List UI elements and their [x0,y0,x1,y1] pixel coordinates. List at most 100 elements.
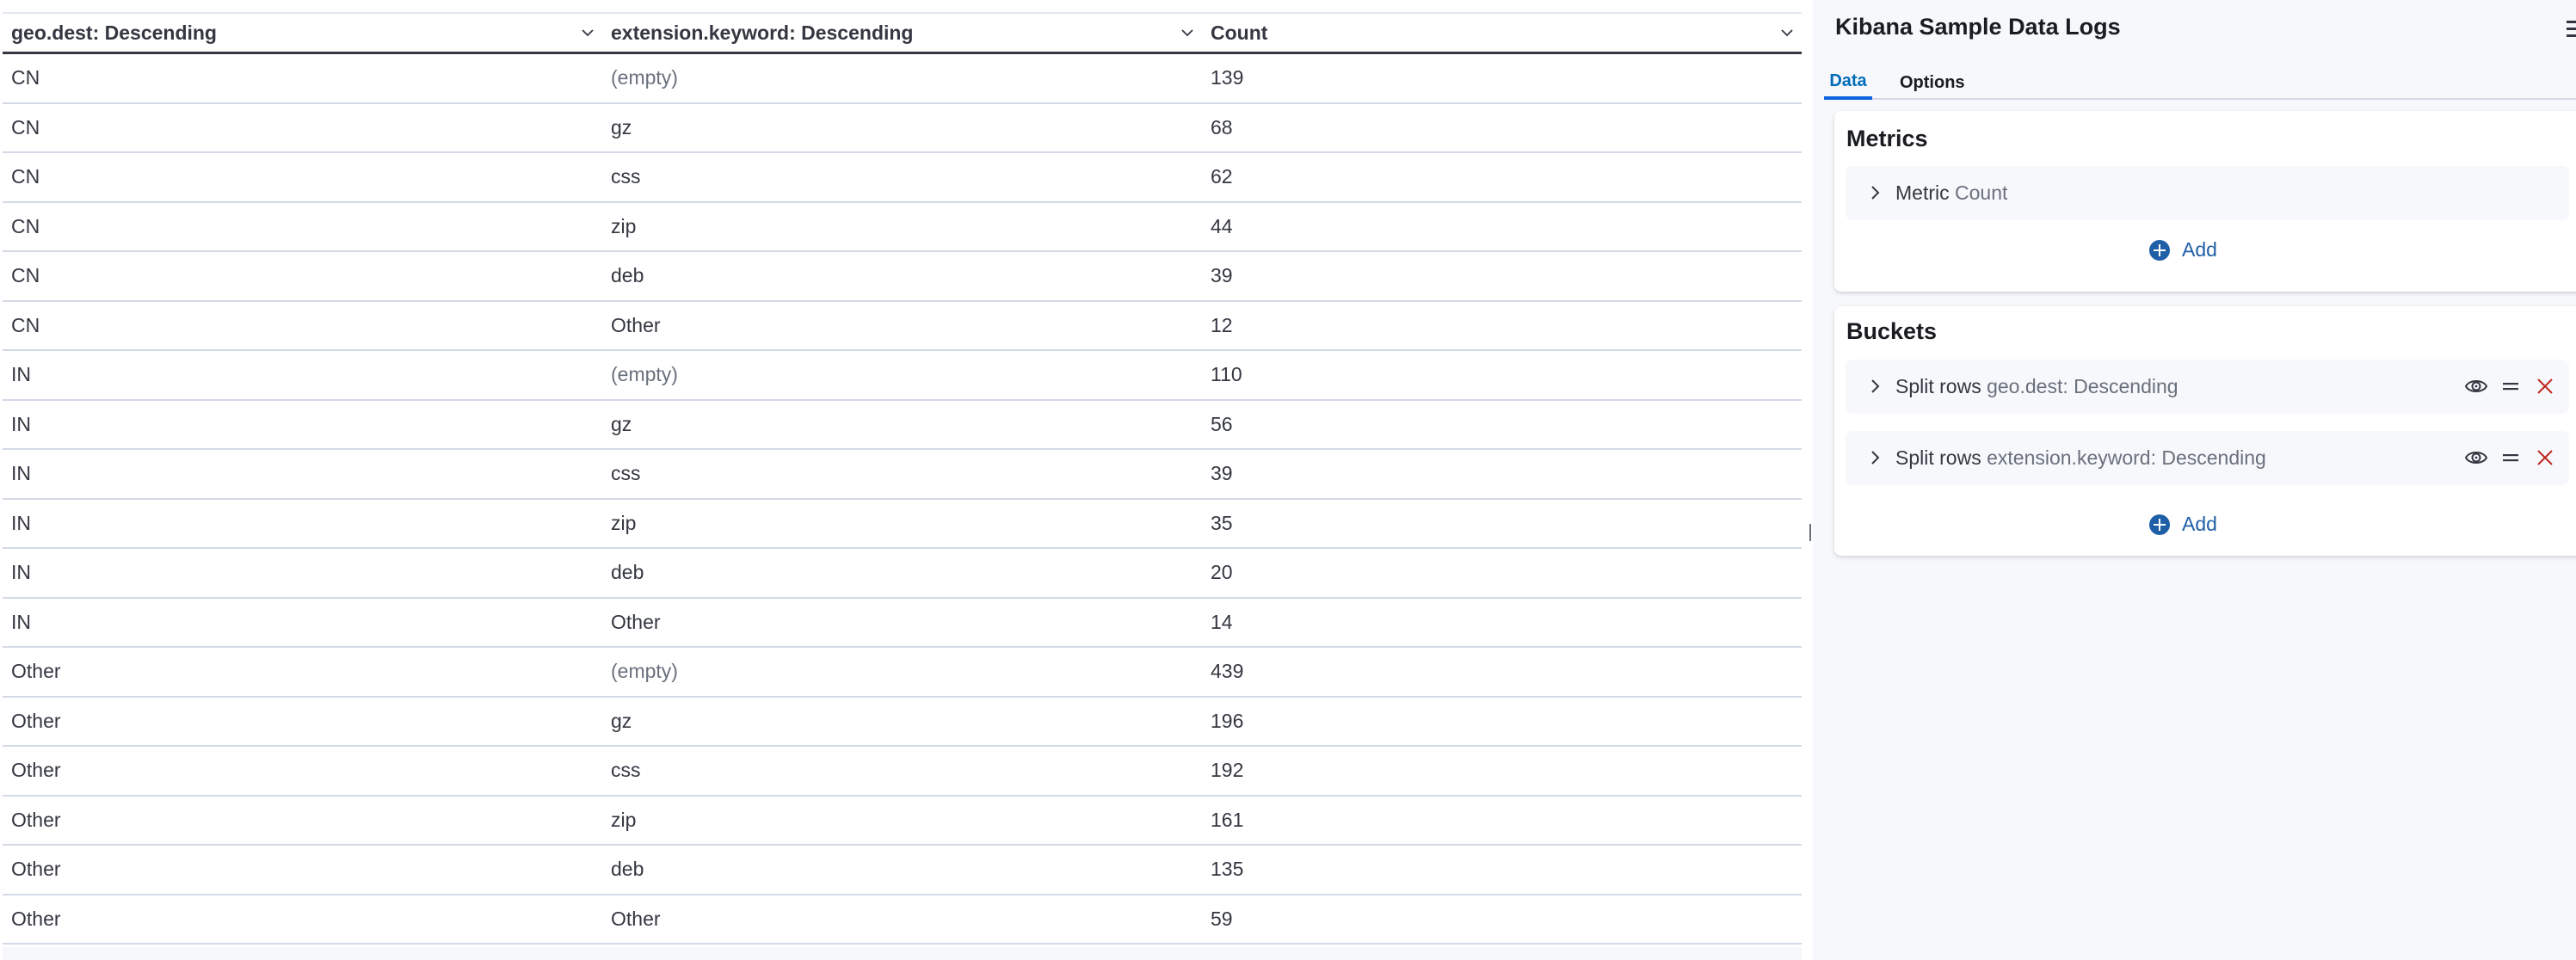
cell-geo-dest: CN [11,313,40,336]
chevron-down-icon[interactable] [1777,22,1797,43]
column-header-geo-dest[interactable]: geo.dest: Descending [3,14,602,52]
column-header-label: extension.keyword: Descending [611,21,914,44]
metric-agg-label: Metric Count [1895,182,2008,204]
cell-geo-dest: Other [11,907,61,930]
bucket-actions [2464,446,2557,470]
cell-geo-dest: IN [11,363,31,385]
table-row: Other gz 196 [3,698,1802,747]
remove-icon[interactable] [2533,374,2557,398]
table-row: IN gz 56 [3,401,1802,450]
table-body: CN (empty) 139 CN gz 68 CN css 62 CN zip 44 CN deb 39 C… [3,54,1802,945]
cell-geo-dest: CN [11,214,40,237]
cell-count: 135 [1211,858,1244,880]
cell-extension: css [611,165,641,188]
data-table: geo.dest: Descending extension.keyword: … [3,12,1802,945]
buckets-section: Buckets Split rows geo.dest: Descending [1834,306,2576,556]
cell-extension: zip [611,214,637,237]
cell-count: 161 [1211,808,1244,831]
table-row: Other css 192 [3,747,1802,797]
plus-circle-icon [2149,514,2170,535]
bucket-agg-item[interactable]: Split rows geo.dest: Descending [1846,360,2569,414]
table-row: Other deb 135 [3,846,1802,895]
table-row: IN css 39 [3,450,1802,500]
chevron-down-icon[interactable] [1177,22,1198,43]
cell-extension: deb [611,264,644,286]
remove-icon[interactable] [2533,446,2557,470]
cell-count: 439 [1211,660,1244,682]
drag-handle-icon[interactable] [2499,374,2523,398]
cell-count: 56 [1211,412,1233,435]
cell-geo-dest: CN [11,115,40,138]
cell-geo-dest: CN [11,165,40,188]
tab-data[interactable]: Data [1824,62,1872,100]
cell-geo-dest: IN [11,462,31,484]
metrics-title: Metrics [1846,126,1928,151]
column-header-label: Count [1211,21,1268,44]
table-row: CN css 62 [3,153,1802,203]
add-bucket-button[interactable]: Add [2149,513,2217,536]
table-footer [3,947,1802,960]
bucket-agg-item[interactable]: Split rows extension.keyword: Descending [1846,431,2569,485]
chevron-right-icon[interactable] [1864,376,1885,397]
cell-count: 14 [1211,610,1233,633]
eye-icon[interactable] [2464,446,2488,470]
cell-extension: Other [611,907,661,930]
table-row: IN Other 14 [3,599,1802,648]
cell-extension: deb [611,858,644,880]
metrics-section: Metrics Metric Count Add [1834,111,2576,292]
bucket-agg-label: Split rows extension.keyword: Descending [1895,446,2266,469]
cell-geo-dest: IN [11,610,31,633]
table-row: CN zip 44 [3,203,1802,252]
cell-geo-dest: CN [11,66,40,89]
column-header-count[interactable]: Count [1202,14,1802,52]
table-row: CN gz 68 [3,104,1802,153]
cell-count: 196 [1211,709,1244,732]
cell-geo-dest: IN [11,511,31,534]
table-row: IN (empty) 110 [3,351,1802,401]
table-row: Other (empty) 439 [3,648,1802,698]
cell-geo-dest: Other [11,709,61,732]
cell-geo-dest: CN [11,264,40,286]
drag-handle-icon[interactable] [2499,446,2523,470]
eye-icon[interactable] [2464,374,2488,398]
cell-extension: Other [611,313,661,336]
cell-geo-dest: Other [11,808,61,831]
column-header-label: geo.dest: Descending [11,21,217,44]
table-row: CN (empty) 139 [3,54,1802,104]
add-metric-button[interactable]: Add [2149,238,2217,262]
menu-collapse-icon[interactable] [2561,19,2576,40]
table-row: IN zip 35 [3,500,1802,549]
cell-geo-dest: Other [11,759,61,781]
cell-count: 192 [1211,759,1244,781]
cell-count: 39 [1211,462,1233,484]
chevron-down-icon[interactable] [577,22,598,43]
cell-count: 12 [1211,313,1233,336]
chevron-right-icon[interactable] [1864,447,1885,468]
cell-count: 20 [1211,561,1233,583]
cell-geo-dest: IN [11,412,31,435]
table-row: CN deb 39 [3,252,1802,302]
cell-count: 44 [1211,214,1233,237]
cell-extension: css [611,462,641,484]
cell-extension: Other [611,610,661,633]
index-pattern-title: Kibana Sample Data Logs [1835,14,2121,40]
cell-extension: (empty) [611,660,678,682]
cell-extension: zip [611,511,637,534]
cell-geo-dest: Other [11,660,61,682]
tab-options[interactable]: Options [1900,62,1965,100]
editor-tabs: Data Options [1824,62,2576,100]
column-header-extension-keyword[interactable]: extension.keyword: Descending [602,14,1202,52]
buckets-title: Buckets [1846,318,1938,344]
chevron-right-icon[interactable] [1864,182,1885,203]
cell-geo-dest: Other [11,858,61,880]
cell-count: 35 [1211,511,1233,534]
cell-geo-dest: IN [11,561,31,583]
table-header: geo.dest: Descending extension.keyword: … [3,12,1802,54]
table-row: CN Other 12 [3,302,1802,351]
plus-circle-icon [2149,239,2170,261]
editor-sidebar: Kibana Sample Data Logs Data Options Met… [1813,0,2576,960]
metric-agg-item[interactable]: Metric Count [1846,166,2569,220]
cell-count: 139 [1211,66,1244,89]
cell-count: 59 [1211,907,1233,930]
cell-extension: zip [611,808,637,831]
